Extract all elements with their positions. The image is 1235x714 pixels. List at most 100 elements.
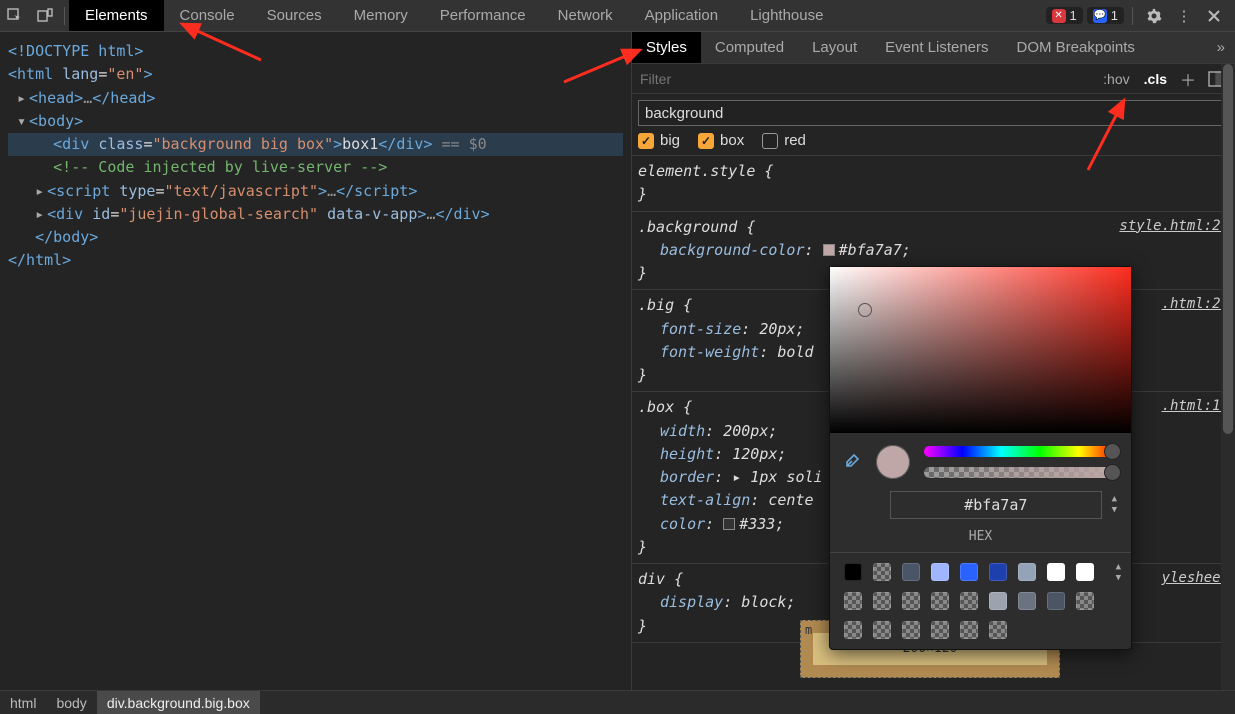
error-icon: ✕ [1052,9,1066,23]
styles-filter-row: :hov .cls ＋ [632,64,1235,94]
dom-body-open[interactable]: <body> [29,112,83,130]
dom-selected-node[interactable]: <div class="background big box">box1</di… [8,133,623,156]
checkbox-icon[interactable] [698,133,714,149]
crumb-selected[interactable]: div.background.big.box [97,691,260,714]
current-color-swatch [876,445,910,479]
cls-toggle[interactable]: .cls [1140,71,1171,87]
dom-tree[interactable]: <!DOCTYPE html> <html lang="en"> ▸<head>… [0,32,631,281]
selected-class-value: background big box [162,135,325,153]
palette-swatch[interactable] [960,621,978,639]
styles-tab-listeners[interactable]: Event Listeners [871,32,1002,63]
palette-swatch[interactable] [1047,592,1065,610]
palette: ▲▼ [830,552,1131,649]
styles-tab-computed[interactable]: Computed [701,32,798,63]
palette-swatch[interactable] [902,621,920,639]
rule-element-style[interactable]: element.style { } [632,156,1235,212]
palette-swatch[interactable] [902,592,920,610]
tab-lighthouse[interactable]: Lighthouse [734,0,839,31]
palette-swatch[interactable] [960,592,978,610]
messages-count: 1 [1111,8,1118,23]
palette-swatch[interactable] [1076,563,1094,581]
palette-swatch[interactable] [1018,563,1036,581]
palette-swatch[interactable] [989,621,1007,639]
scrollbar-thumb[interactable] [1223,64,1233,434]
satval-cursor-icon[interactable] [858,303,872,317]
kebab-menu-icon[interactable]: ⋮ [1171,3,1197,29]
format-label: HEX [830,529,1131,552]
palette-swatch[interactable] [931,621,949,639]
messages-badge[interactable]: 💬 1 [1087,7,1124,24]
satval-field[interactable] [830,267,1131,433]
cls-check-big[interactable]: big [638,132,680,149]
inspect-icon[interactable] [0,0,30,31]
divider [64,7,65,25]
color-swatch-icon[interactable] [723,518,735,530]
palette-swatch[interactable] [960,563,978,581]
palette-swatch[interactable] [931,563,949,581]
tab-network[interactable]: Network [542,0,629,31]
styles-tab-styles[interactable]: Styles [632,32,701,63]
close-icon[interactable] [1201,3,1227,29]
tab-memory[interactable]: Memory [338,0,424,31]
eq0-marker: == $0 [432,135,486,153]
styles-tab-layout[interactable]: Layout [798,32,871,63]
devtools-topbar: Elements Console Sources Memory Performa… [0,0,1235,32]
tab-elements[interactable]: Elements [69,0,164,31]
eyedropper-icon[interactable] [844,451,862,474]
alpha-slider[interactable] [924,467,1117,478]
palette-swatch[interactable] [989,563,1007,581]
hov-toggle[interactable]: :hov [1099,71,1133,87]
styles-filter-input[interactable] [640,71,1093,87]
new-rule-icon[interactable]: ＋ [1177,68,1199,90]
palette-swatch[interactable] [931,592,949,610]
palette-swatch[interactable] [844,563,862,581]
slider-thumb-icon[interactable] [1104,443,1121,460]
hue-slider[interactable] [924,446,1117,457]
hex-input[interactable]: #bfa7a7 [890,491,1102,519]
palette-swatch[interactable] [1018,592,1036,610]
dom-html-close[interactable]: </html> [8,251,71,269]
tab-application[interactable]: Application [629,0,734,31]
vertical-scrollbar[interactable] [1221,64,1235,690]
checkbox-icon[interactable] [638,133,654,149]
source-link[interactable]: ylesheet [1162,568,1229,590]
cls-editor: big box red [632,94,1235,156]
device-toggle-icon[interactable] [30,0,60,31]
topbar-left: Elements Console Sources Memory Performa… [0,0,839,31]
palette-swatch[interactable] [873,592,891,610]
settings-icon[interactable] [1141,3,1167,29]
source-link[interactable]: style.html:24 [1119,216,1229,238]
dom-doctype[interactable]: <!DOCTYPE html> [8,42,143,60]
crumb-body[interactable]: body [46,691,96,714]
cls-search-input[interactable] [638,100,1229,126]
styles-tabs-overflow-icon[interactable]: » [1217,39,1235,56]
cls-check-box[interactable]: box [698,132,744,149]
crumb-html[interactable]: html [0,691,46,714]
dom-body-close[interactable]: </body> [35,228,98,246]
palette-swatch[interactable] [1076,592,1094,610]
main-split: <!DOCTYPE html> <html lang="en"> ▸<head>… [0,32,1235,690]
errors-badge[interactable]: ✕ 1 [1046,7,1083,24]
dom-comment: <!-- Code injected by live-server --> [53,158,387,176]
styles-tab-dombp[interactable]: DOM Breakpoints [1003,32,1149,63]
palette-swatch[interactable] [873,563,891,581]
format-stepper-icon[interactable]: ▲▼ [1112,495,1117,515]
tab-performance[interactable]: Performance [424,0,542,31]
palette-swatch[interactable] [902,563,920,581]
tab-console[interactable]: Console [164,0,251,31]
source-link[interactable]: .html:20 [1162,294,1229,316]
color-swatch-icon[interactable] [823,244,835,256]
tab-sources[interactable]: Sources [251,0,338,31]
message-icon: 💬 [1093,9,1107,23]
palette-swatch[interactable] [1047,563,1065,581]
palette-swatch[interactable] [844,621,862,639]
palette-stepper-icon[interactable]: ▲▼ [1116,563,1121,583]
palette-swatch[interactable] [844,592,862,610]
checkbox-icon[interactable] [762,133,778,149]
slider-thumb-icon[interactable] [1104,464,1121,481]
palette-swatch[interactable] [873,621,891,639]
source-link[interactable]: .html:10 [1162,396,1229,418]
cls-check-red[interactable]: red [762,132,806,149]
palette-swatch[interactable] [989,592,1007,610]
elements-panel: <!DOCTYPE html> <html lang="en"> ▸<head>… [0,32,632,690]
